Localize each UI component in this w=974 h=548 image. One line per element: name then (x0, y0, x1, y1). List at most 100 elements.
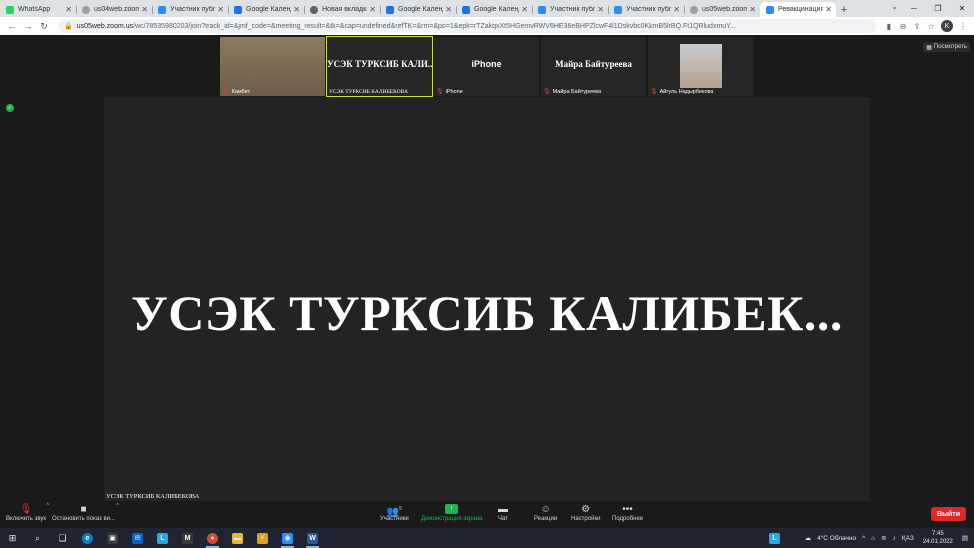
close-tab-icon[interactable]: ✕ (597, 5, 604, 14)
close-tab-icon[interactable]: ✕ (445, 5, 452, 14)
view-button[interactable]: ▦ Посмотреть (923, 42, 970, 52)
participant-tile[interactable]: iPhone 🎙 iPhone (434, 37, 539, 96)
l-app-icon[interactable]: L (150, 528, 175, 548)
browser-tab[interactable]: Участник публ. ✕ (608, 2, 684, 17)
menu-dots-icon[interactable]: ⋮ (956, 19, 970, 33)
notifications-icon[interactable]: ▤ (962, 534, 968, 542)
participant-profile-photo (680, 44, 722, 88)
weather-text[interactable]: 4°C Облачно (817, 535, 856, 542)
participant-display-name: УСЭК ТУРКСИБ КАЛИ... (327, 59, 432, 69)
forward-icon[interactable]: → (20, 18, 36, 34)
zoom-app-icon[interactable]: ◉ (275, 528, 300, 548)
back-icon[interactable]: ← (4, 18, 20, 34)
word-icon[interactable]: W (300, 528, 325, 548)
browser-tab[interactable]: Новая вкладка ✕ (304, 2, 380, 17)
chevron-up-icon[interactable]: ^ (862, 535, 865, 542)
close-tab-icon[interactable]: ✕ (369, 5, 376, 14)
zoom-icon (766, 5, 774, 14)
wifi-icon[interactable]: ≋ (881, 534, 886, 542)
reactions-button[interactable]: ☺ Реакции (534, 503, 557, 522)
participant-tile[interactable]: 🎙 Айгуль Надырбекова (648, 37, 753, 96)
participant-tile[interactable]: 🎙 Камбет (220, 37, 325, 96)
browser-tab[interactable]: Google Календ.✕ (380, 2, 456, 17)
chat-button[interactable]: ▬ Чат (498, 503, 508, 522)
weather-icon: ☁ (804, 535, 812, 542)
volume-icon[interactable]: ♪ (893, 535, 896, 542)
l-tray-icon[interactable]: L (765, 528, 785, 548)
settings-button[interactable]: ⚙ Настройки (571, 503, 600, 522)
new-tab-button[interactable]: + (836, 2, 852, 17)
edge-icon[interactable]: e (75, 528, 100, 548)
lock-icon[interactable]: 🔒 (64, 22, 73, 30)
close-tab-icon[interactable]: ✕ (65, 5, 72, 14)
mic-muted-icon: 🎙 (222, 89, 230, 95)
store-icon[interactable]: ▣ (100, 528, 125, 548)
video-camera-icon: ■ (80, 504, 87, 515)
grid-icon: ▦ (926, 44, 932, 51)
active-speaker-view: УСЭК ТУРКСИБ КАЛИБЕК... УСЭК ТУРКСИБ КАЛ… (104, 97, 870, 501)
windows-start-icon[interactable]: ⊞ (0, 528, 25, 548)
chevron-up-icon[interactable]: ^ (46, 503, 49, 509)
close-tab-icon[interactable]: ✕ (673, 5, 680, 14)
file-explorer-icon[interactable]: ▬ (225, 528, 250, 548)
restore-icon[interactable]: ❐ (926, 0, 950, 17)
close-tab-icon[interactable]: ✕ (141, 5, 148, 14)
leave-button[interactable]: Выйти (931, 507, 966, 521)
speaker-name-label: УСЭК ТУРКСИБ КАЛИБЕКОВА (106, 493, 200, 500)
unmute-button[interactable]: 🎙 Включить звук ^ (6, 503, 49, 522)
calendar-icon (462, 5, 470, 14)
browser-tab-active[interactable]: Ревакцинация ✕ (760, 2, 836, 17)
winamp-icon[interactable]: ⚡ (250, 528, 275, 548)
participant-tile-active-speaker[interactable]: УСЭК ТУРКСИБ КАЛИ... УСЭК ТУРКСИБ КАЛИБЕ… (326, 36, 433, 97)
browser-toolbar: ← → ↻ 🔒 us05web.zoom.us/wc/78535980203/j… (0, 17, 974, 35)
search-icon[interactable]: ⌕ (25, 528, 50, 548)
participant-tile[interactable]: Майра Байтуреева 🎙 Майра Байтуреева (541, 37, 646, 96)
close-window-icon[interactable]: ✕ (950, 0, 974, 17)
zoom-level-icon[interactable]: ⊖ (896, 19, 910, 33)
clock[interactable]: 7:45 24.01.2022 (923, 530, 953, 546)
browser-tab[interactable]: Google Календ.✕ (228, 2, 304, 17)
close-tab-icon[interactable]: ✕ (217, 5, 224, 14)
calendar-icon (386, 5, 394, 14)
address-bar[interactable]: 🔒 us05web.zoom.us/wc/78535980203/join?tr… (58, 19, 876, 33)
meeting-controls: 🎙 Включить звук ^ ■ Остановить показ ви.… (0, 501, 974, 528)
close-tab-icon[interactable]: ✕ (825, 5, 832, 14)
chrome-icon[interactable]: ● (200, 528, 225, 548)
network-icon[interactable]: ⌂ (871, 535, 875, 542)
stop-video-button[interactable]: ■ Остановить показ ви... ^ (52, 503, 119, 522)
gear-icon: ⚙ (581, 504, 591, 515)
mic-muted-icon: 🎙 (19, 504, 33, 515)
browser-tab[interactable]: us04web.zoom. ✕ (76, 2, 152, 17)
language-indicator[interactable]: ҚАЗ (902, 535, 914, 542)
gmail-icon[interactable]: M (175, 528, 200, 548)
participants-button[interactable]: 👥5 Участники (380, 503, 409, 522)
participant-display-name: Майра Байтуреева (555, 59, 632, 69)
share-screen-button[interactable]: ↑ Демонстрация экрана (421, 503, 482, 522)
close-tab-icon[interactable]: ✕ (293, 5, 300, 14)
speaker-display-name: УСЭК ТУРКСИБ КАЛИБЕК... (131, 285, 843, 341)
security-shield-icon[interactable]: ✓ (6, 104, 14, 112)
participant-name: Камбет (231, 88, 251, 95)
browser-tab[interactable]: WhatsApp ✕ (0, 2, 76, 17)
browser-tab[interactable]: Участник публ. ✕ (152, 2, 228, 17)
participant-name: УСЭК ТУРКСИБ КАЛИБЕКОВА (329, 89, 408, 95)
bookmark-star-icon[interactable]: ☆ (924, 19, 938, 33)
participant-name: Айгуль Надырбекова (659, 88, 714, 95)
reload-icon[interactable]: ↻ (36, 18, 52, 34)
browser-tab[interactable]: us05web.zoom. ✕ (684, 2, 760, 17)
browser-tab[interactable]: Google Календ.✕ (456, 2, 532, 17)
browser-tab[interactable]: Участник публ. ✕ (532, 2, 608, 17)
share-icon[interactable]: ⇪ (910, 19, 924, 33)
calendar-icon (234, 5, 242, 14)
close-tab-icon[interactable]: ✕ (749, 5, 756, 14)
camera-blocked-icon[interactable]: ▮ (882, 19, 896, 33)
more-button[interactable]: ••• Подробнее (612, 503, 643, 522)
mail-icon[interactable]: ✉ (125, 528, 150, 548)
tab-search-icon[interactable]: ⌄ (891, 2, 898, 11)
mic-muted-icon: 🎙 (650, 89, 658, 95)
close-tab-icon[interactable]: ✕ (521, 5, 528, 14)
minimize-icon[interactable]: ─ (902, 0, 926, 17)
profile-avatar[interactable]: K (941, 20, 953, 32)
chevron-up-icon[interactable]: ^ (116, 503, 119, 509)
task-view-icon[interactable]: ❏ (50, 528, 75, 548)
